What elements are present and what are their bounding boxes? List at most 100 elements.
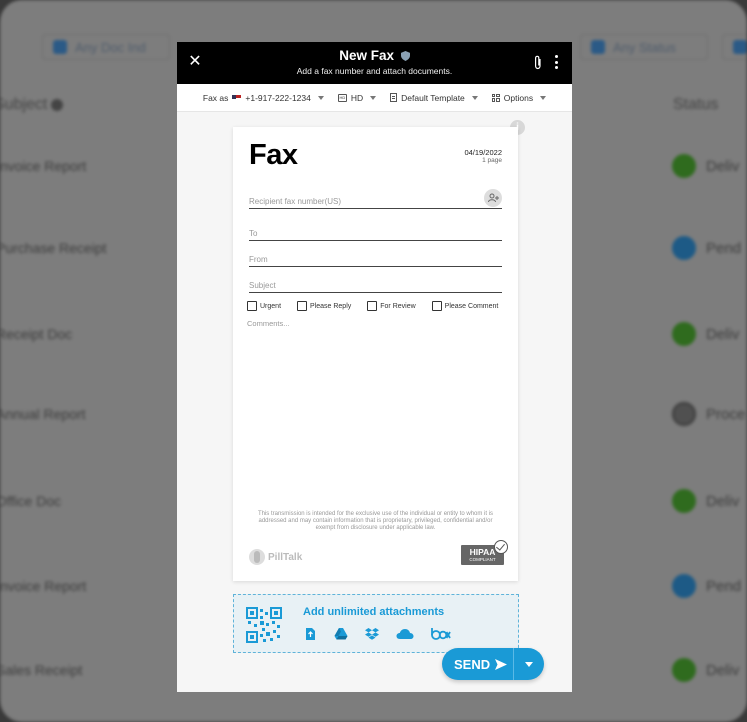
attachment-sources xyxy=(303,627,451,641)
attachments-dropzone[interactable]: Add unlimited attachments xyxy=(233,594,519,653)
fax-title: Fax xyxy=(249,139,298,171)
paperclip-icon[interactable] xyxy=(532,55,544,71)
fax-toolbar: Fax as +1-917-222-1234 HD HD Default Tem… xyxy=(177,84,572,112)
status-dot-icon xyxy=(672,236,696,260)
check-circle-icon xyxy=(494,540,508,554)
status-filter-icon xyxy=(591,40,605,54)
row-status: Proce xyxy=(706,406,746,423)
row-subject: Invoice Report xyxy=(0,158,87,174)
row-status: Deliv xyxy=(706,326,740,343)
template-icon xyxy=(390,93,398,102)
status-dot-icon xyxy=(672,402,696,426)
checkbox-box[interactable] xyxy=(431,301,442,311)
options-label: Options xyxy=(503,92,534,103)
chevron-down-icon xyxy=(471,95,478,100)
calendar-icon xyxy=(733,40,747,54)
column-status: Status xyxy=(673,96,719,113)
send-options-dropdown[interactable] xyxy=(514,648,544,680)
modal-subtitle: Add a fax number and attach documents. xyxy=(296,66,453,76)
filter-status[interactable]: Any Status xyxy=(580,34,708,60)
dropbox-icon[interactable] xyxy=(365,627,379,641)
hd-icon: HD xyxy=(337,93,347,102)
fax-as-label: Fax as xyxy=(202,92,229,103)
filter-extra[interactable] xyxy=(722,34,747,60)
modal-title: New Fax xyxy=(339,48,394,63)
qr-code-icon[interactable] xyxy=(246,607,282,643)
row-status: Deliv xyxy=(706,493,740,510)
chevron-down-icon xyxy=(525,661,533,667)
template-label: Default Template xyxy=(401,92,465,103)
send-arrow-icon xyxy=(495,658,508,670)
modal-header: ✕ New Fax Add a fax number and attach do… xyxy=(177,42,572,84)
row-subject: Invoice Report xyxy=(0,578,87,594)
status-dot-icon xyxy=(672,322,696,346)
upload-icon[interactable] xyxy=(303,627,317,641)
pilltalk-logo-icon xyxy=(249,549,265,565)
brand-logo: PillTalk xyxy=(249,549,302,565)
shield-icon xyxy=(400,51,410,61)
checkbox-label: For Review xyxy=(380,302,416,310)
box-icon[interactable] xyxy=(431,627,451,641)
new-fax-modal: ✕ New Fax Add a fax number and attach do… xyxy=(177,42,572,692)
us-flag-icon xyxy=(232,94,242,101)
urgent-checkbox[interactable]: Urgent xyxy=(247,301,281,311)
send-label: SEND xyxy=(454,656,491,672)
doc-filter-icon xyxy=(53,40,67,54)
chevron-down-icon xyxy=(540,95,547,100)
checkbox-box[interactable] xyxy=(297,301,308,311)
status-dot-icon xyxy=(672,574,696,598)
row-subject: Office Doc xyxy=(0,493,62,509)
to-field xyxy=(249,223,502,242)
recipient-field xyxy=(249,189,502,210)
from-field xyxy=(249,249,502,268)
checkbox-label: Urgent xyxy=(260,302,282,310)
quality-dropdown[interactable]: HD HD xyxy=(337,92,377,103)
fax-page-count: 1 page xyxy=(482,157,502,164)
template-dropdown[interactable]: Default Template xyxy=(390,93,478,103)
to-input[interactable] xyxy=(249,225,502,242)
filter-doc-type-label: Any Doc Ind xyxy=(75,39,146,55)
subject-field xyxy=(249,275,502,294)
info-icon xyxy=(51,99,64,111)
row-subject: Sales Receipt xyxy=(0,662,83,678)
options-dropdown[interactable]: Options xyxy=(491,92,547,103)
checkbox-box[interactable] xyxy=(367,301,378,311)
checkbox-label: Please Comment xyxy=(444,302,499,310)
more-options-icon[interactable] xyxy=(554,55,558,69)
checkbox-box[interactable] xyxy=(247,301,257,311)
brand-name: PillTalk xyxy=(268,551,303,563)
fax-as-dropdown[interactable]: Fax as +1-917-222-1234 xyxy=(203,93,324,103)
row-status: Deliv xyxy=(706,158,740,175)
fax-flags: Urgent Please Reply For Review Please Co… xyxy=(247,301,498,311)
column-subject: Subject xyxy=(0,96,48,113)
confidentiality-disclaimer: This transmission is intended for the ex… xyxy=(257,511,494,532)
comments-textarea[interactable] xyxy=(247,319,502,504)
google-drive-icon[interactable] xyxy=(334,627,348,641)
please-comment-checkbox[interactable]: Please Comment xyxy=(431,301,499,311)
please-reply-checkbox[interactable]: Please Reply xyxy=(297,301,351,311)
row-subject: Receipt Doc xyxy=(0,326,73,342)
hipaa-badge: HIPAA COMPLIANT xyxy=(461,540,508,565)
send-button[interactable]: SEND xyxy=(442,648,513,680)
row-subject: Annual Report xyxy=(0,406,86,422)
subject-input[interactable] xyxy=(249,277,502,294)
row-status: Pend xyxy=(706,578,742,595)
fax-as-number: +1-917-222-1234 xyxy=(245,92,311,103)
attachments-label: Add unlimited attachments xyxy=(303,606,445,618)
grid-icon xyxy=(491,93,500,102)
send-button-group: SEND xyxy=(442,648,544,680)
for-review-checkbox[interactable]: For Review xyxy=(367,301,416,311)
onedrive-icon[interactable] xyxy=(396,627,414,641)
checkbox-label: Please Reply xyxy=(310,302,352,310)
filter-status-label: Any Status xyxy=(613,39,676,55)
chevron-down-icon xyxy=(317,95,324,100)
fax-cover-sheet: Fax 04/19/2022 1 page Urgent Please Repl… xyxy=(233,127,518,581)
fax-date: 04/19/2022 xyxy=(464,148,502,157)
status-dot-icon xyxy=(672,489,696,513)
status-dot-icon xyxy=(672,154,696,178)
add-contact-icon[interactable] xyxy=(484,189,502,207)
filter-doc-type[interactable]: Any Doc Ind xyxy=(42,34,170,60)
recipient-input[interactable] xyxy=(249,193,502,210)
from-input[interactable] xyxy=(249,251,502,268)
quality-label: HD xyxy=(350,92,364,103)
